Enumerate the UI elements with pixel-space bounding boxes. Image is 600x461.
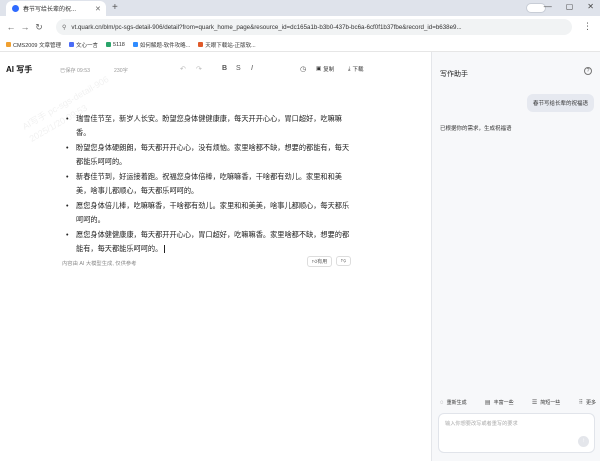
help-icon[interactable]: ? <box>584 67 592 75</box>
copy-button[interactable]: ▣ 复制 <box>316 65 334 73</box>
bullet: • <box>66 143 69 152</box>
redo-icon[interactable]: ↷ <box>196 65 202 73</box>
undo-icon[interactable]: ↶ <box>180 65 186 73</box>
url-field[interactable]: ⚲ vt.quark.cn/blm/pc-sgs-detail-906/deta… <box>56 19 572 35</box>
bookmark-icon <box>198 42 204 47</box>
copy-icon: ▣ <box>316 66 322 72</box>
list-item: • 愿您身体倍儿棒，吃嘛嘛香，干啥都有劲儿。家里和和美美，啥事儿都顺心，每天都乐呵… <box>66 199 356 226</box>
bullet: • <box>66 114 69 123</box>
url-text: vt.quark.cn/blm/pc-sgs-detail-906/detail… <box>71 23 462 31</box>
enrich-button[interactable]: ▤ 丰富一些 <box>485 399 514 406</box>
prompt-input-box: ↑ <box>438 413 595 453</box>
more-button[interactable]: ⠿ 更多 <box>579 399 596 406</box>
assistant-reply: 已根据你的需求，生成祝福语 <box>440 126 512 132</box>
bookmark-icon <box>6 42 11 47</box>
bullet: • <box>66 230 69 239</box>
browser-tab-bar: 春节写给长辈的祝... ✕ + — ▢ ✕ <box>0 0 600 16</box>
bold-icon[interactable]: B <box>222 65 227 72</box>
enrich-icon: ▤ <box>484 400 491 406</box>
bookmark-item[interactable]: 5118 <box>106 42 125 48</box>
dislike-button[interactable]: 👎︎ <box>336 256 352 266</box>
user-message-bubble: 春节写给长辈的祝福语 <box>526 94 594 112</box>
writing-assistant-panel: 写作助手 ? 春节写给长辈的祝福语 已根据你的需求，生成祝福语 ◌ 重新生成 ▤ 丰… <box>431 52 600 461</box>
new-tab-button[interactable]: + <box>112 2 118 13</box>
list-item: • 盼望您身体硬朗朗，每天都开开心心，没有烦恼。家里啥都不缺，想要的都能有，每天都… <box>66 141 356 168</box>
reload-icon[interactable]: ↻ <box>32 22 46 33</box>
bookmark-icon <box>132 42 138 47</box>
save-status: 已保存 09:53 <box>60 68 90 74</box>
italic-icon[interactable]: I <box>251 65 253 72</box>
regenerate-button[interactable]: ◌ 重新生成 <box>440 399 467 407</box>
maximize-button[interactable]: ▢ <box>566 2 574 11</box>
tab-close-icon[interactable]: ✕ <box>95 5 101 13</box>
shorten-icon: ☰ <box>531 400 538 406</box>
forward-icon[interactable]: → <box>18 22 32 32</box>
list-item: • 新春佳节到，好运接着跑。祝福您身体倍棒，吃嘛嘛香，干啥都有劲儿。家里和和美美，… <box>66 170 356 197</box>
window-controls: — ▢ ✕ <box>544 2 594 11</box>
address-bar-row: ← → ↻ ⚲ vt.quark.cn/blm/pc-sgs-detail-90… <box>0 16 600 38</box>
shorten-button[interactable]: ☰ 简短一些 <box>532 399 560 406</box>
minimize-button[interactable]: — <box>544 2 552 11</box>
document-footer: 内容由 AI 大模型生成, 仅供参考 👍︎有用 👎︎ <box>62 256 352 267</box>
browser-menu-icon[interactable]: ⋮ <box>583 21 592 32</box>
download-button[interactable]: ⤓ 下载 <box>348 65 363 74</box>
bookmark-item[interactable]: 天眼下载站-正版软... <box>198 41 256 49</box>
bookmark-icon <box>69 42 74 47</box>
bookmark-item[interactable]: 如何解题-软件攻略... <box>132 41 190 49</box>
document-body[interactable]: • 瑞雪佳节至，新岁人长安。盼望您身体健健康康，每天开开心心，胃口超好，吃嘛嘛香。… <box>66 112 356 257</box>
prompt-input[interactable] <box>445 420 580 450</box>
bookmark-item[interactable]: 文心一言 <box>69 41 98 49</box>
editor-toolbar: AI 写手 已保存 09:53 230字 ↶ ↷ B S I ◷ ▣ 复制 ⤓ 下载 <box>0 60 430 80</box>
panel-title: 写作助手 <box>440 71 468 78</box>
close-window-button[interactable]: ✕ <box>587 2 594 11</box>
tab-title: 春节写给长辈的祝... <box>23 7 77 13</box>
app-brand: AI 写手 <box>6 65 33 74</box>
quark-favicon-icon <box>12 5 19 12</box>
site-info-icon[interactable]: ⚲ <box>62 24 66 31</box>
ai-disclaimer: 内容由 AI 大模型生成, 仅供参考 <box>62 261 137 267</box>
back-icon[interactable]: ← <box>4 22 18 32</box>
strikethrough-icon[interactable]: S <box>236 65 241 72</box>
bookmark-item[interactable]: CMS2009 文章管理 <box>6 41 61 49</box>
bullet: • <box>66 172 69 181</box>
more-icon: ⠿ <box>578 400 583 406</box>
bookmarks-bar: CMS2009 文章管理 文心一言 5118 如何解题-软件攻略... 天眼下载… <box>0 38 600 52</box>
word-count: 230字 <box>114 68 128 74</box>
send-button[interactable]: ↑ <box>578 436 589 447</box>
download-icon: ⤓ <box>348 65 351 72</box>
rewrite-actions: ◌ 重新生成 ▤ 丰富一些 ☰ 简短一些 ⠿ 更多 <box>440 399 596 407</box>
history-icon[interactable]: ◷ <box>300 65 306 73</box>
text-cursor <box>164 244 166 253</box>
list-item: • 愿您身体健健康康，每天都开开心心，胃口超好，吃嘛嘛香。家里啥都不缺，想要的都能… <box>66 228 356 255</box>
bookmark-icon <box>106 42 112 47</box>
refresh-icon: ◌ <box>440 399 444 406</box>
list-item: • 瑞雪佳节至，新岁人长安。盼望您身体健健康康，每天开开心心，胃口超好，吃嘛嘛香。 <box>66 112 356 139</box>
like-button[interactable]: 👍︎有用 <box>307 256 333 267</box>
thumbs-down-icon: 👎︎ <box>341 258 347 264</box>
browser-tab[interactable]: 春节写给长辈的祝... ✕ <box>6 1 106 16</box>
bullet: • <box>66 201 69 210</box>
